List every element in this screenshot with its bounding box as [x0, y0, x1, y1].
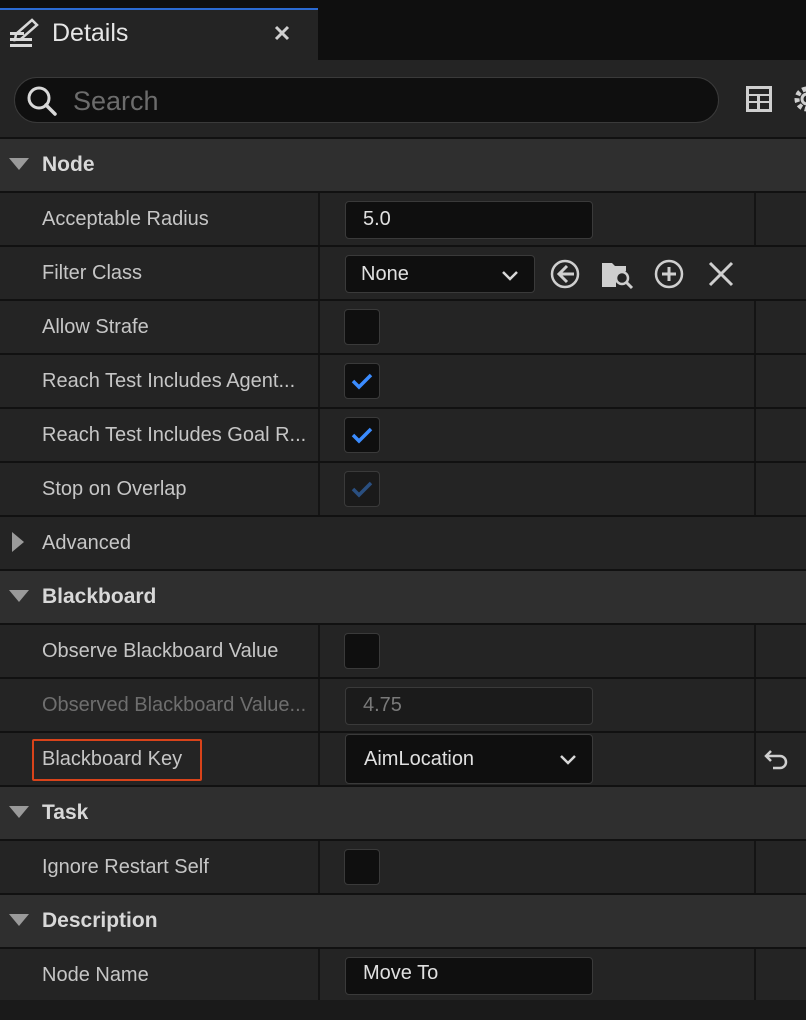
property-label: Allow Strafe	[42, 316, 149, 338]
checkmark-icon	[351, 427, 373, 444]
property-reach-test-goal: Reach Test Includes Goal R...	[0, 407, 806, 461]
property-label: Node Name	[42, 964, 149, 986]
close-icon[interactable]	[271, 22, 293, 44]
column-divider	[318, 355, 320, 407]
property-acceptable-radius: Acceptable Radius 5.0	[0, 191, 806, 245]
node-name-field[interactable]: Move To	[345, 957, 593, 995]
collapse-arrow-icon	[12, 532, 24, 552]
panel-bottom	[0, 1000, 806, 1020]
expand-arrow-icon	[9, 158, 29, 170]
column-divider	[754, 409, 756, 461]
tab-strip: Details	[0, 0, 806, 60]
column-divider	[318, 247, 320, 299]
property-label: Ignore Restart Self	[42, 856, 209, 878]
stop-on-overlap-checkbox	[344, 471, 380, 507]
category-task[interactable]: Task	[0, 785, 806, 839]
dropdown-value: None	[361, 263, 409, 285]
checkmark-icon	[351, 481, 373, 498]
property-label: Filter Class	[42, 262, 143, 284]
column-divider	[754, 301, 756, 353]
column-divider	[754, 949, 756, 1001]
column-divider	[318, 463, 320, 515]
reach-test-agent-checkbox[interactable]	[344, 363, 380, 399]
search-input[interactable]	[71, 82, 695, 120]
allow-strafe-checkbox[interactable]	[344, 309, 380, 345]
find-in-browser-icon[interactable]	[600, 257, 634, 291]
reset-to-default-icon[interactable]	[763, 747, 789, 771]
tab-title: Details	[52, 19, 129, 47]
property-label: Blackboard Key	[42, 748, 183, 770]
property-label: Stop on Overlap	[42, 478, 187, 500]
column-divider	[754, 733, 756, 785]
category-blackboard[interactable]: Blackboard	[0, 569, 806, 623]
ignore-restart-self-checkbox[interactable]	[344, 849, 380, 885]
column-divider	[318, 841, 320, 893]
property-observed-tolerance: Observed Blackboard Value... 4.75	[0, 677, 806, 731]
property-blackboard-key: Blackboard Key AimLocation	[0, 731, 806, 785]
search-icon	[27, 86, 57, 116]
clear-icon[interactable]	[704, 257, 738, 291]
category-label: Description	[42, 909, 158, 932]
grid-view-icon[interactable]	[744, 84, 774, 114]
category-label: Node	[42, 153, 95, 176]
chevron-down-icon	[560, 755, 576, 765]
column-divider	[754, 625, 756, 677]
column-divider	[754, 355, 756, 407]
expand-arrow-icon	[9, 590, 29, 602]
column-divider	[754, 679, 756, 731]
property-filter-class: Filter Class None	[0, 245, 806, 299]
edit-icon	[10, 18, 39, 47]
property-observe-blackboard: Observe Blackboard Value	[0, 623, 806, 677]
reach-test-goal-checkbox[interactable]	[344, 417, 380, 453]
search-bar	[0, 60, 806, 138]
column-divider	[318, 733, 320, 785]
column-divider	[318, 301, 320, 353]
add-icon[interactable]	[652, 257, 686, 291]
expand-arrow-icon	[9, 914, 29, 926]
column-divider	[754, 841, 756, 893]
checkmark-icon	[351, 373, 373, 390]
column-divider	[318, 949, 320, 1001]
property-reach-test-agent: Reach Test Includes Agent...	[0, 353, 806, 407]
property-stop-on-overlap: Stop on Overlap	[0, 461, 806, 515]
category-description[interactable]: Description	[0, 893, 806, 947]
gear-icon[interactable]	[790, 82, 806, 116]
property-node-name: Node Name Move To	[0, 947, 806, 1001]
property-label: Reach Test Includes Goal R...	[42, 424, 307, 446]
observe-blackboard-checkbox[interactable]	[344, 633, 380, 669]
advanced-label: Advanced	[42, 532, 131, 554]
blackboard-key-dropdown[interactable]: AimLocation	[345, 734, 593, 784]
property-ignore-restart-self: Ignore Restart Self	[0, 839, 806, 893]
observed-tolerance-field: 4.75	[345, 687, 593, 725]
column-divider	[318, 409, 320, 461]
category-label: Blackboard	[42, 585, 157, 608]
browse-back-icon[interactable]	[548, 257, 582, 291]
column-divider	[318, 679, 320, 731]
column-divider	[754, 193, 756, 245]
category-label: Task	[42, 801, 89, 824]
property-label: Reach Test Includes Agent...	[42, 370, 296, 392]
property-label: Observe Blackboard Value	[42, 640, 279, 662]
property-allow-strafe: Allow Strafe	[0, 299, 806, 353]
expand-arrow-icon	[9, 806, 29, 818]
acceptable-radius-field[interactable]: 5.0	[345, 201, 593, 239]
filter-class-dropdown[interactable]: None	[345, 255, 535, 293]
column-divider	[318, 193, 320, 245]
column-divider	[318, 625, 320, 677]
category-node[interactable]: Node	[0, 137, 806, 191]
category-advanced[interactable]: Advanced	[0, 515, 806, 569]
tab-details[interactable]: Details	[0, 8, 318, 60]
details-panel: Node Acceptable Radius 5.0 Filter Class …	[0, 137, 806, 1001]
dropdown-value: AimLocation	[364, 748, 475, 770]
chevron-down-icon	[502, 271, 518, 281]
column-divider	[754, 463, 756, 515]
property-label: Acceptable Radius	[42, 208, 209, 230]
search-box	[14, 77, 719, 123]
property-label: Observed Blackboard Value...	[42, 694, 307, 716]
